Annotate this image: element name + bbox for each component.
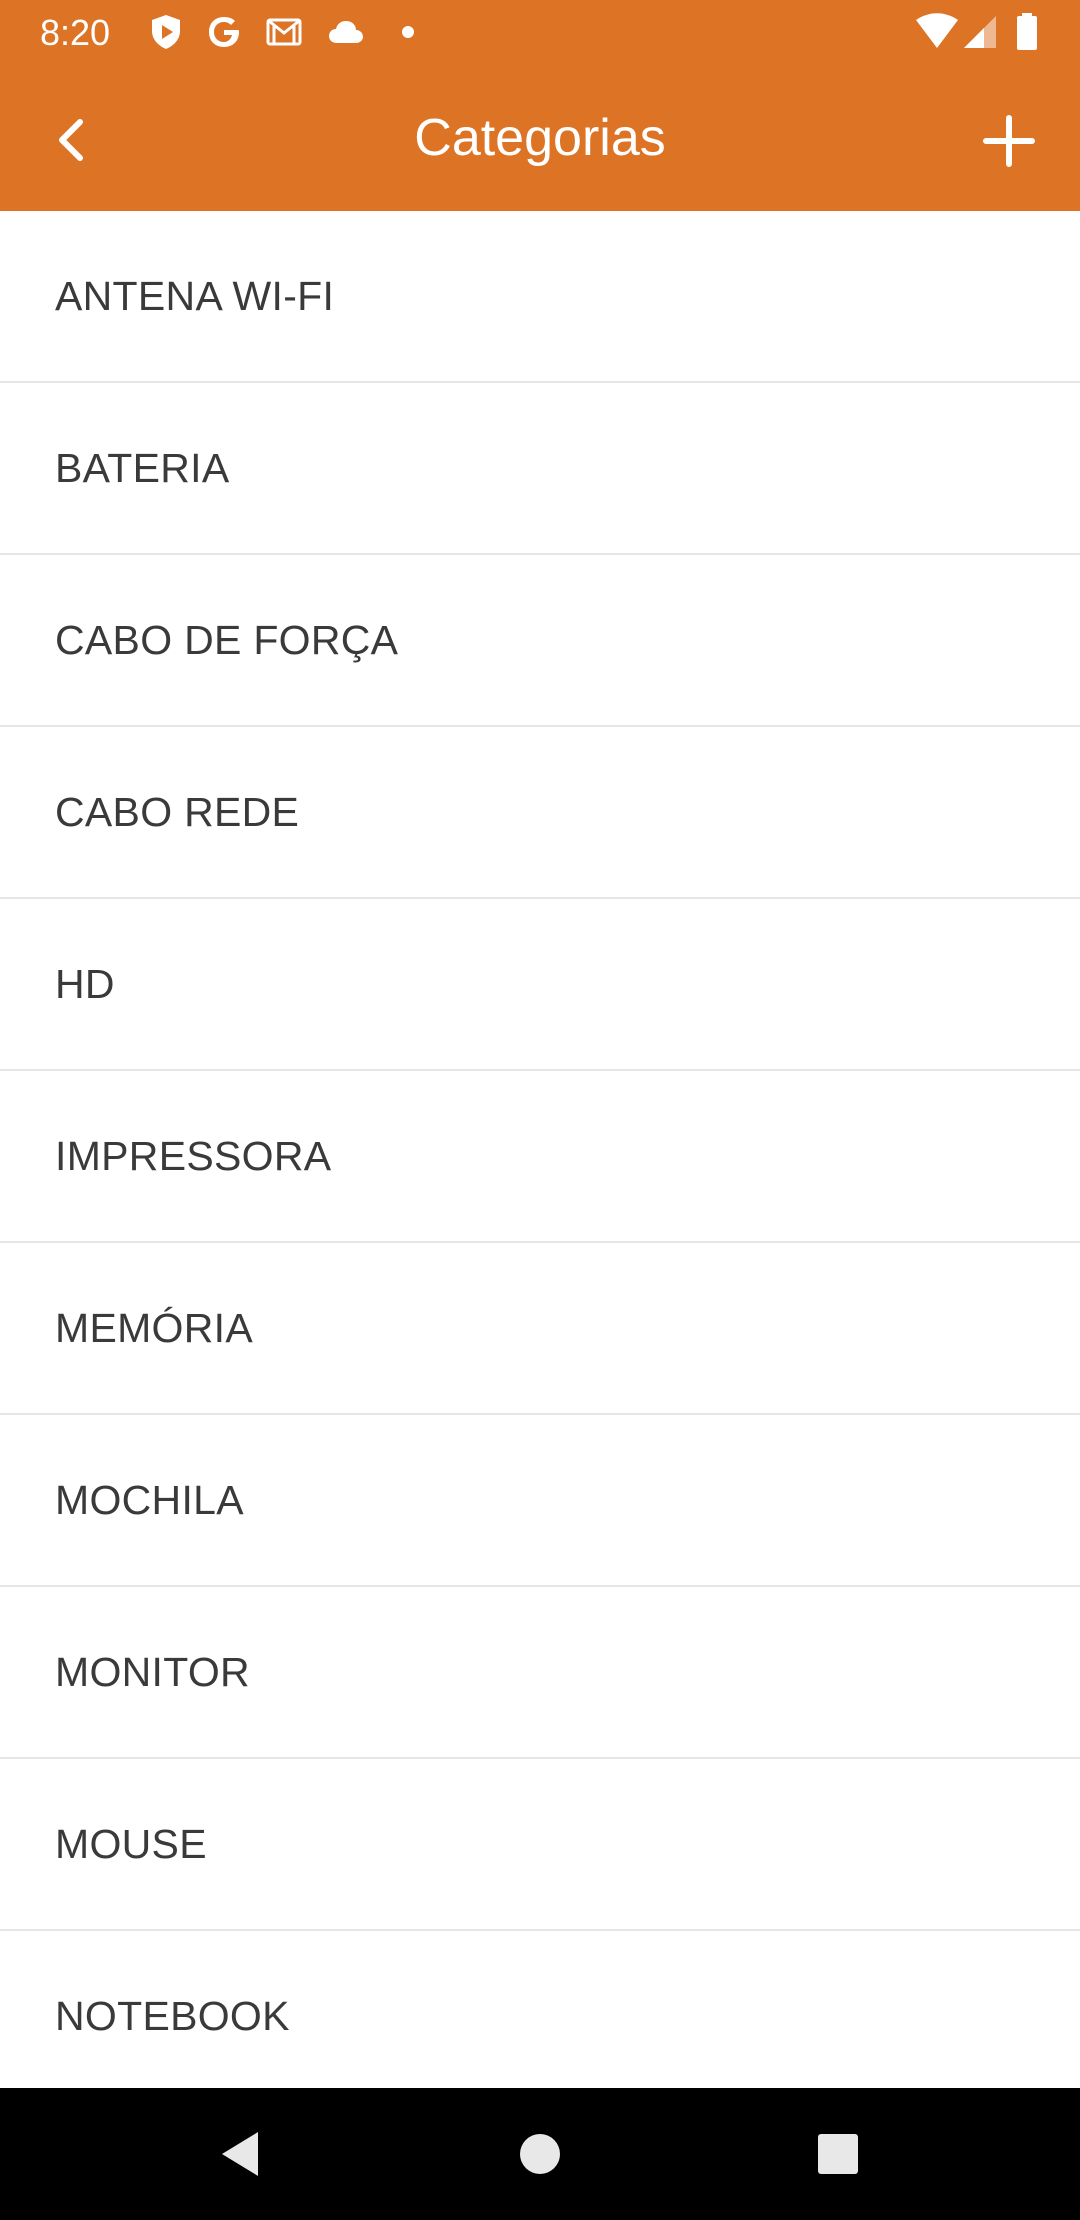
list-item-label: MEMÓRIA bbox=[55, 1305, 253, 1351]
nav-home-button[interactable] bbox=[504, 2118, 576, 2190]
category-list: ANTENA WI-FI BATERIA CABO DE FORÇA CABO … bbox=[0, 211, 1080, 2088]
list-item[interactable]: MONITOR bbox=[0, 1587, 1080, 1759]
cloud-icon bbox=[326, 12, 366, 52]
list-item[interactable]: IMPRESSORA bbox=[0, 1071, 1080, 1243]
list-item[interactable]: CABO DE FORÇA bbox=[0, 555, 1080, 727]
nav-recents-button[interactable] bbox=[802, 2118, 874, 2190]
gmail-icon bbox=[264, 12, 304, 52]
list-item[interactable]: NOTEBOOK bbox=[0, 1931, 1080, 2088]
screen: 8:20 Categorias ANTENA WI-FI BATERIA CAB… bbox=[0, 0, 1080, 2220]
navigation-bar bbox=[0, 2088, 1080, 2220]
list-item[interactable]: BATERIA bbox=[0, 383, 1080, 555]
list-item-label: NOTEBOOK bbox=[55, 1993, 290, 2039]
list-item-label: CABO DE FORÇA bbox=[55, 617, 399, 663]
wifi-icon bbox=[914, 12, 960, 52]
battery-icon bbox=[1014, 12, 1040, 52]
list-item-label: IMPRESSORA bbox=[55, 1133, 332, 1179]
list-item-label: ANTENA WI-FI bbox=[55, 273, 335, 319]
plus-icon bbox=[974, 106, 1044, 176]
list-item[interactable]: ANTENA WI-FI bbox=[0, 211, 1080, 383]
status-bar: 8:20 bbox=[0, 0, 1080, 66]
list-item-label: MOCHILA bbox=[55, 1477, 244, 1523]
list-item-label: MOUSE bbox=[55, 1821, 207, 1867]
list-item[interactable]: MEMÓRIA bbox=[0, 1243, 1080, 1415]
nav-back-button[interactable] bbox=[206, 2118, 278, 2190]
dot-icon bbox=[398, 12, 418, 52]
back-triangle-icon bbox=[206, 2118, 278, 2190]
list-item[interactable]: MOUSE bbox=[0, 1759, 1080, 1931]
list-item-label: MONITOR bbox=[55, 1649, 250, 1695]
list-item[interactable]: MOCHILA bbox=[0, 1415, 1080, 1587]
page-title: Categorias bbox=[414, 109, 666, 167]
google-icon bbox=[204, 12, 244, 52]
list-item[interactable]: HD bbox=[0, 899, 1080, 1071]
recents-square-icon bbox=[802, 2118, 874, 2190]
list-item-label: CABO REDE bbox=[55, 789, 300, 835]
list-item-label: HD bbox=[55, 961, 115, 1007]
shield-play-icon bbox=[146, 12, 186, 52]
home-circle-icon bbox=[504, 2118, 576, 2190]
app-bar: Categorias bbox=[0, 66, 1080, 211]
status-time: 8:20 bbox=[40, 12, 111, 53]
add-category-button[interactable] bbox=[974, 106, 1044, 176]
signal-icon bbox=[962, 12, 998, 52]
list-item-label: BATERIA bbox=[55, 445, 230, 491]
list-item[interactable]: CABO REDE bbox=[0, 727, 1080, 899]
